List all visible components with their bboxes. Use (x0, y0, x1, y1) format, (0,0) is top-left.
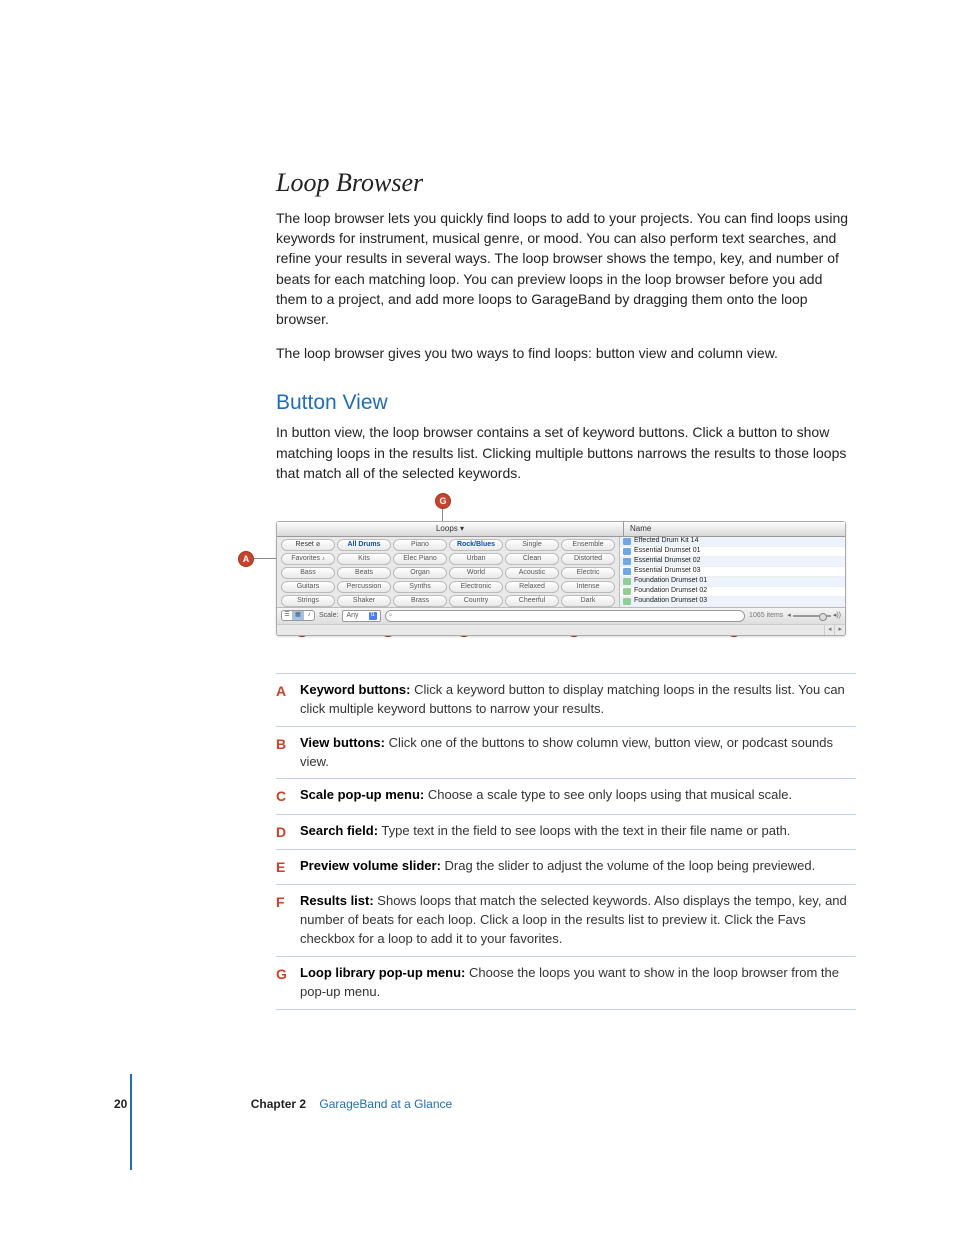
loop-name: Foundation Drumset 03 (634, 596, 707, 606)
legend-row: BView buttons: Click one of the buttons … (276, 726, 856, 779)
keyword-button[interactable]: All Drums (337, 539, 391, 551)
keyword-button[interactable]: Single (505, 539, 559, 551)
keyword-button[interactable]: Beats (337, 567, 391, 579)
legend-letter: F (276, 892, 300, 949)
scroll-right-icon[interactable]: ▸ (834, 625, 845, 635)
keyword-button[interactable]: Relaxed (505, 581, 559, 593)
callout-legend: AKeyword buttons: Click a keyword button… (276, 673, 856, 1009)
legend-text: Preview volume slider: Drag the slider t… (300, 857, 856, 877)
chevron-down-icon: ▾ (460, 524, 464, 533)
legend-row: DSearch field: Type text in the field to… (276, 814, 856, 849)
loop-name: Effected Drum Kit 14 (634, 536, 698, 546)
column-view-icon[interactable]: ☰ (282, 611, 293, 620)
page-number: 20 (114, 1097, 127, 1111)
preview-volume-slider[interactable]: ◂ ◂)) (787, 611, 841, 621)
legend-text: Scale pop-up menu: Choose a scale type t… (300, 786, 856, 806)
keyword-button[interactable]: Piano (393, 539, 447, 551)
popup-arrows-icon: ⇅ (369, 612, 377, 620)
subsection-heading: Button View (276, 388, 856, 418)
keyword-button[interactable]: Country (449, 595, 503, 607)
keyword-button[interactable]: Urban (449, 553, 503, 565)
keyword-button[interactable]: Intense (561, 581, 615, 593)
loop-type-icon (623, 598, 631, 605)
intro-paragraph-1: The loop browser lets you quickly find l… (276, 208, 856, 330)
keyword-button[interactable]: Synths (393, 581, 447, 593)
legend-text: Results list: Shows loops that match the… (300, 892, 856, 949)
loop-name: Essential Drumset 03 (634, 566, 701, 576)
keyword-button[interactable]: Percussion (337, 581, 391, 593)
keyword-button[interactable]: Brass (393, 595, 447, 607)
legend-text: Keyword buttons: Click a keyword button … (300, 681, 856, 719)
keyword-button[interactable]: World (449, 567, 503, 579)
legend-row: GLoop library pop-up menu: Choose the lo… (276, 956, 856, 1010)
loop-name: Foundation Drumset 02 (634, 586, 707, 596)
legend-letter: C (276, 786, 300, 806)
search-icon: ⌕ (389, 611, 393, 621)
loop-type-icon (623, 548, 631, 555)
scale-label: Scale: (319, 611, 338, 621)
loop-type-icon (623, 538, 631, 545)
keyword-button[interactable]: Clean (505, 553, 559, 565)
keyword-button[interactable]: Favorites ♪ (281, 553, 335, 565)
legend-letter: A (276, 681, 300, 719)
legend-text: Search field: Type text in the field to … (300, 822, 856, 842)
view-buttons[interactable]: ☰ ▦ ♪ (281, 610, 315, 621)
keyword-button[interactable]: Strings (281, 595, 335, 607)
loop-browser-figure: G A B C D E F Loops ▾ Name (276, 497, 856, 647)
results-row[interactable]: Foundation Drumset 03 (620, 597, 845, 607)
keyword-button[interactable]: Kits (337, 553, 391, 565)
subsection-paragraph: In button view, the loop browser contain… (276, 422, 856, 483)
keyword-button[interactable]: Guitars (281, 581, 335, 593)
speaker-high-icon: ◂)) (833, 611, 841, 621)
podcast-view-icon[interactable]: ♪ (304, 611, 314, 620)
scale-popup[interactable]: Any⇅ (342, 610, 380, 622)
loops-popup[interactable]: Loops ▾ (277, 522, 624, 537)
legend-row: AKeyword buttons: Click a keyword button… (276, 673, 856, 726)
legend-letter: G (276, 964, 300, 1002)
keyword-button[interactable]: Rock/Blues (449, 539, 503, 551)
callout-g: G (435, 493, 451, 509)
legend-letter: B (276, 734, 300, 772)
keyword-button[interactable]: Cheerful (505, 595, 559, 607)
legend-row: FResults list: Shows loops that match th… (276, 884, 856, 956)
loop-name: Foundation Drumset 01 (634, 576, 707, 586)
page-footer: 20 Chapter 2 GarageBand at a Glance (114, 1096, 452, 1113)
legend-text: Loop library pop-up menu: Choose the loo… (300, 964, 856, 1002)
scroll-left-icon[interactable]: ◂ (824, 625, 835, 635)
keyword-button[interactable]: Electronic (449, 581, 503, 593)
legend-row: EPreview volume slider: Drag the slider … (276, 849, 856, 884)
results-list[interactable]: Effected Drum Kit 14Essential Drumset 01… (620, 537, 845, 607)
intro-paragraph-2: The loop browser gives you two ways to f… (276, 343, 856, 363)
keyword-button[interactable]: Elec Piano (393, 553, 447, 565)
legend-letter: E (276, 857, 300, 877)
loop-type-icon (623, 578, 631, 585)
keyword-button[interactable]: Shaker (337, 595, 391, 607)
legend-letter: D (276, 822, 300, 842)
page-edge-rule (130, 1074, 132, 1170)
legend-row: CScale pop-up menu: Choose a scale type … (276, 778, 856, 813)
results-header-name[interactable]: Name (624, 522, 845, 537)
chapter-number: Chapter 2 (251, 1097, 306, 1111)
keyword-button[interactable]: Acoustic (505, 567, 559, 579)
button-view-icon[interactable]: ▦ (293, 611, 304, 620)
loop-type-icon (623, 558, 631, 565)
keyword-button[interactable]: Dark (561, 595, 615, 607)
search-field[interactable]: ⌕ (385, 610, 746, 622)
loop-type-icon (623, 588, 631, 595)
loop-name: Essential Drumset 02 (634, 556, 701, 566)
keyword-button[interactable]: Bass (281, 567, 335, 579)
loop-name: Essential Drumset 01 (634, 546, 701, 556)
keyword-button[interactable]: Distorted (561, 553, 615, 565)
speaker-low-icon: ◂ (787, 611, 791, 621)
keyword-button[interactable]: Electric (561, 567, 615, 579)
item-count: 1065 items (749, 611, 783, 621)
callout-a: A (238, 551, 254, 567)
section-heading: Loop Browser (276, 164, 856, 202)
chapter-title: GarageBand at a Glance (319, 1097, 452, 1111)
loop-type-icon (623, 568, 631, 575)
legend-text: View buttons: Click one of the buttons t… (300, 734, 856, 772)
keyword-button[interactable]: Ensemble (561, 539, 615, 551)
keyword-button[interactable]: Organ (393, 567, 447, 579)
keyword-button[interactable]: Reset ⊘ (281, 539, 335, 551)
